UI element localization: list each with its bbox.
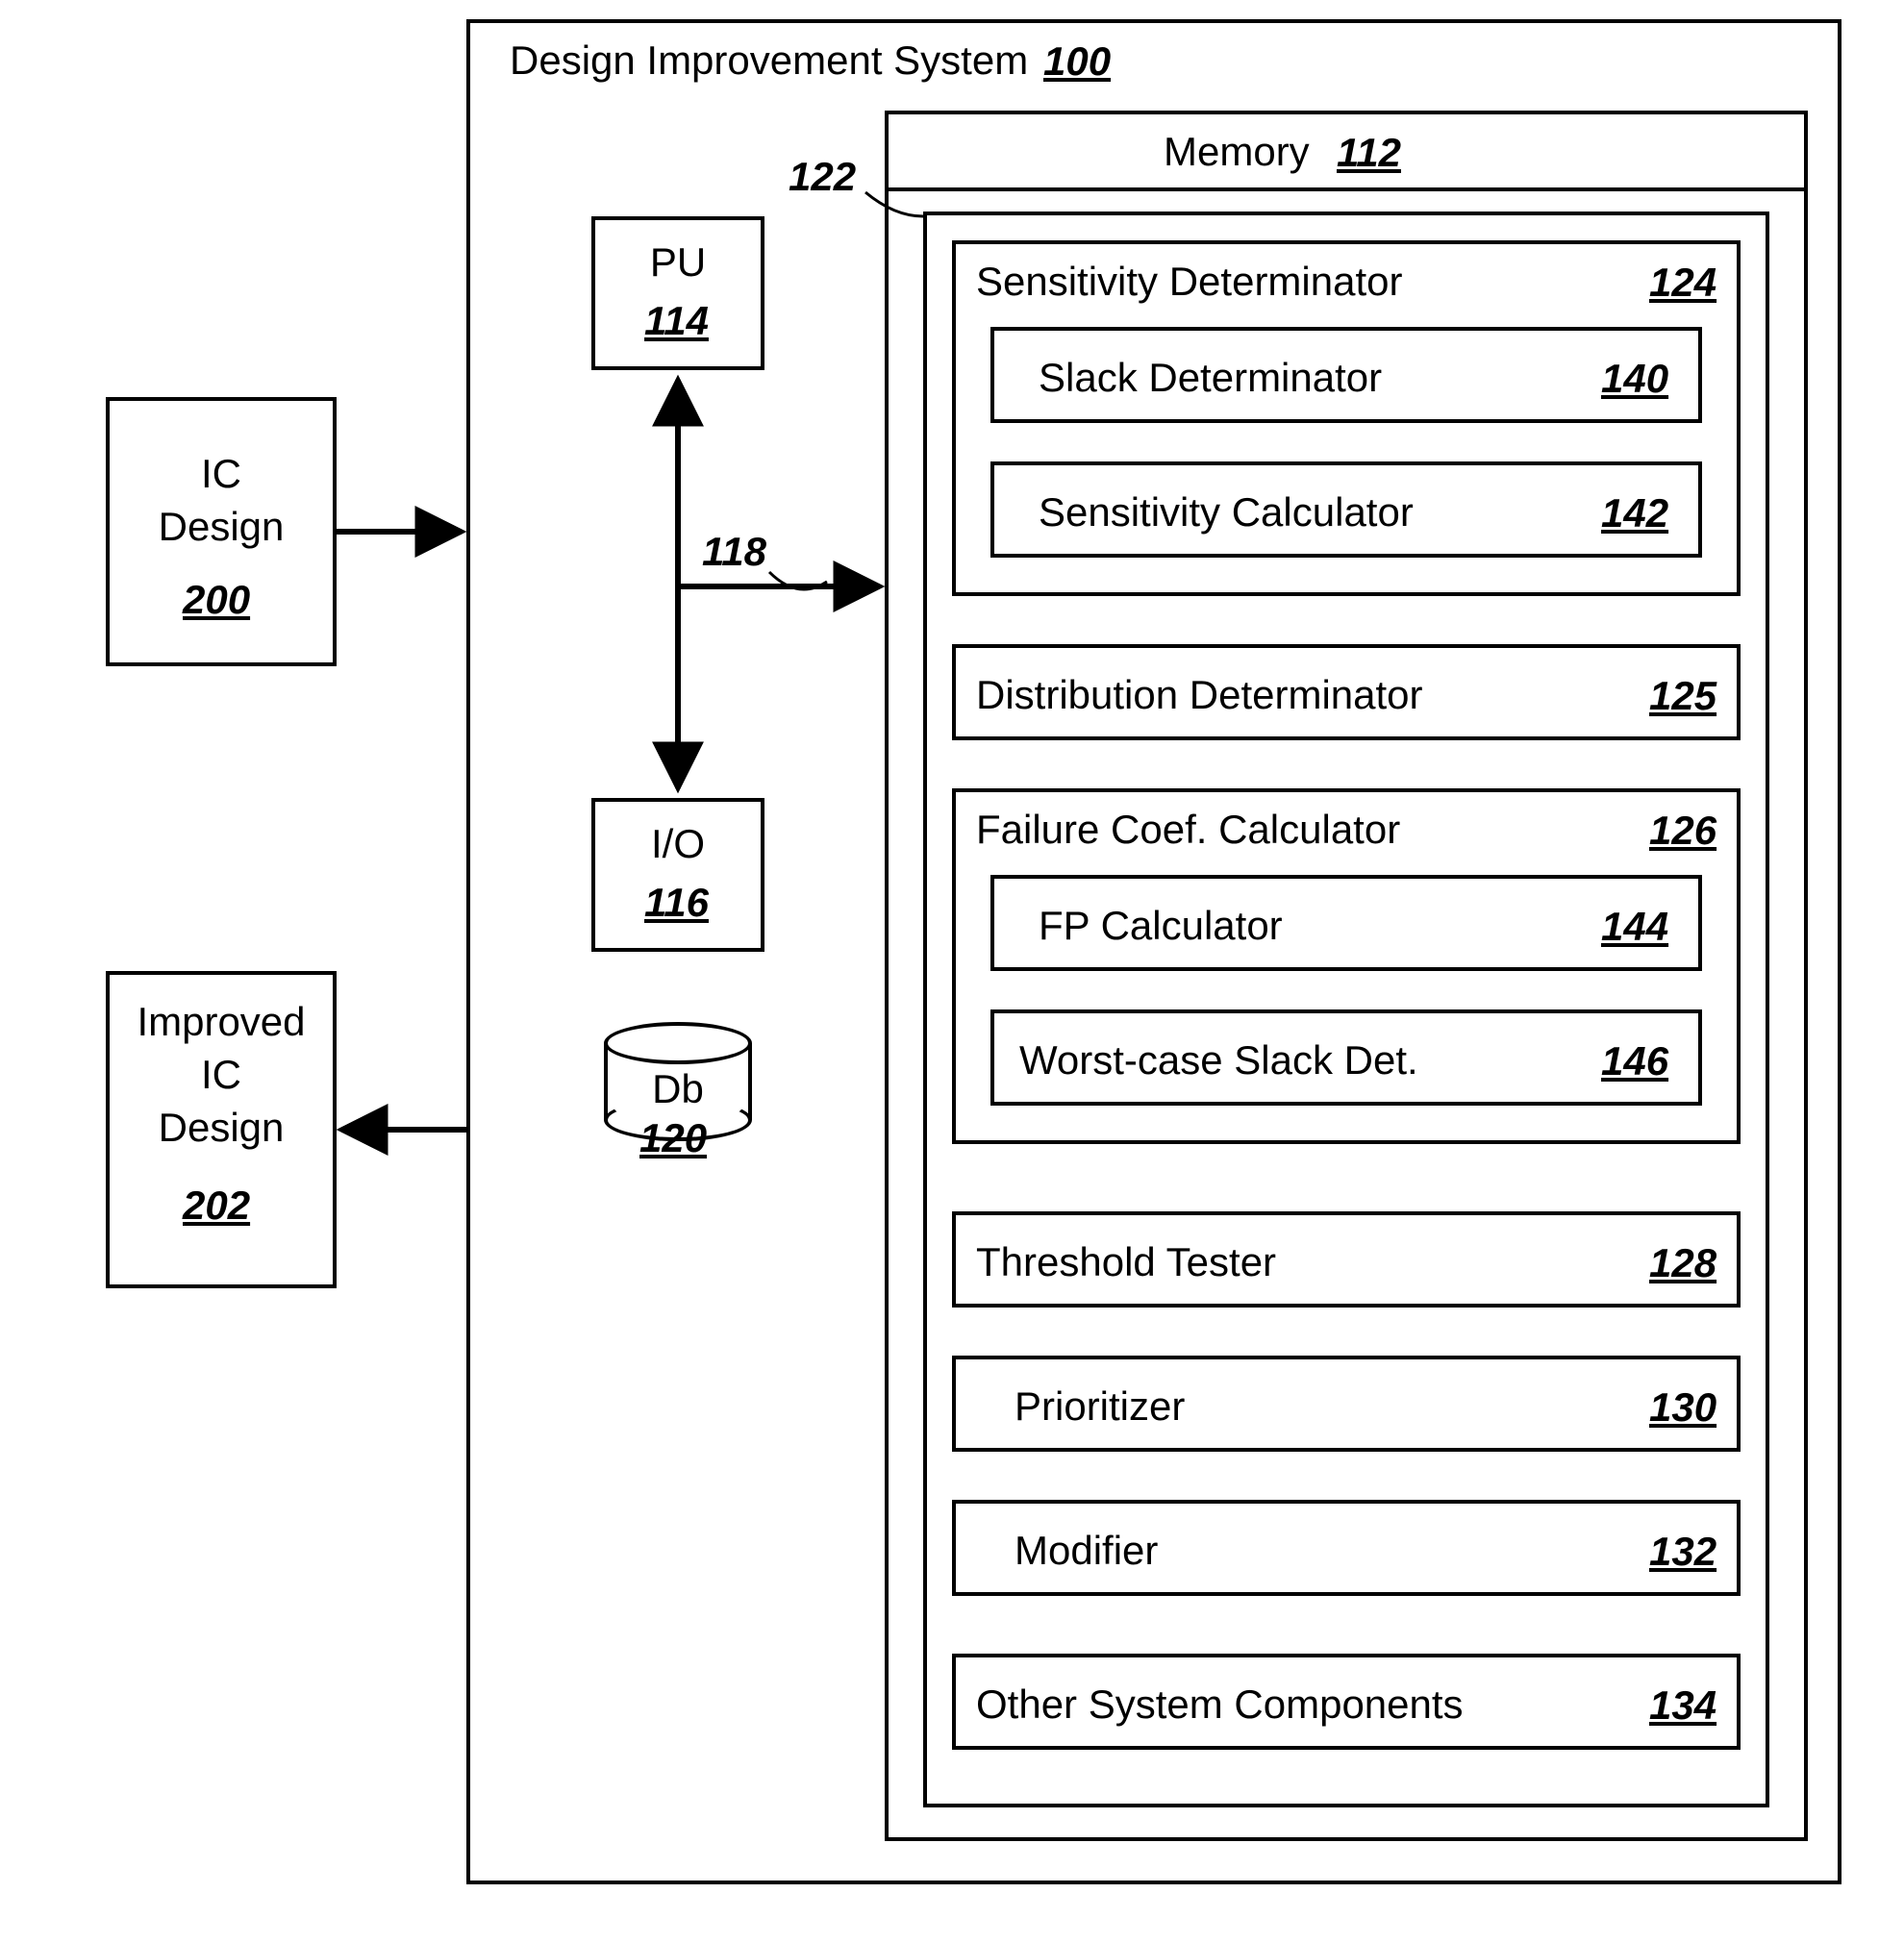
- senscalc-label: Sensitivity Calculator: [1039, 490, 1414, 535]
- distribution-label: Distribution Determinator: [976, 673, 1423, 717]
- io-label: I/O: [591, 822, 764, 866]
- db-cylinder-top: [604, 1022, 752, 1064]
- modifier-ref: 132: [1649, 1529, 1716, 1575]
- program-ref: 122: [789, 154, 856, 200]
- slack-label: Slack Determinator: [1039, 356, 1382, 400]
- io-ref: 116: [644, 880, 709, 926]
- sensitivity-label: Sensitivity Determinator: [976, 260, 1402, 304]
- db-label: Db: [591, 1067, 764, 1111]
- prioritizer-ref: 130: [1649, 1384, 1716, 1431]
- improved-ic-design-line2: IC: [106, 1053, 337, 1097]
- senscalc-ref: 142: [1601, 490, 1668, 536]
- memory-separator: [885, 187, 1808, 191]
- ic-design-line1: IC: [106, 452, 337, 496]
- other-label: Other System Components: [976, 1682, 1464, 1727]
- pu-label: PU: [591, 240, 764, 285]
- worst-ref: 146: [1601, 1038, 1668, 1084]
- other-ref: 134: [1649, 1682, 1716, 1729]
- threshold-label: Threshold Tester: [976, 1240, 1276, 1284]
- prioritizer-label: Prioritizer: [1015, 1384, 1185, 1429]
- diagram-canvas: IC Design 200 Improved IC Design 202 Des…: [0, 0, 1904, 1943]
- threshold-ref: 128: [1649, 1240, 1716, 1286]
- system-title: Design Improvement System: [510, 38, 1028, 83]
- slack-ref: 140: [1601, 356, 1668, 402]
- improved-ic-design-line1: Improved: [106, 1000, 337, 1044]
- bus-ref: 118: [702, 529, 766, 575]
- fp-ref: 144: [1601, 904, 1668, 950]
- worst-label: Worst-case Slack Det.: [1019, 1038, 1418, 1083]
- pu-ref: 114: [644, 298, 709, 344]
- memory-ref: 112: [1337, 130, 1401, 176]
- distribution-ref: 125: [1649, 673, 1716, 719]
- fp-label: FP Calculator: [1039, 904, 1283, 948]
- modifier-label: Modifier: [1015, 1529, 1158, 1573]
- improved-ic-design-line3: Design: [106, 1106, 337, 1150]
- memory-title: Memory: [1164, 130, 1310, 174]
- system-ref: 100: [1043, 38, 1111, 85]
- failure-ref: 126: [1649, 808, 1716, 854]
- failure-label: Failure Coef. Calculator: [976, 808, 1400, 852]
- ic-design-line2: Design: [106, 505, 337, 549]
- ic-design-ref: 200: [183, 577, 250, 623]
- sensitivity-ref: 124: [1649, 260, 1716, 306]
- db-ref: 120: [639, 1115, 707, 1161]
- improved-ic-design-ref: 202: [183, 1183, 250, 1229]
